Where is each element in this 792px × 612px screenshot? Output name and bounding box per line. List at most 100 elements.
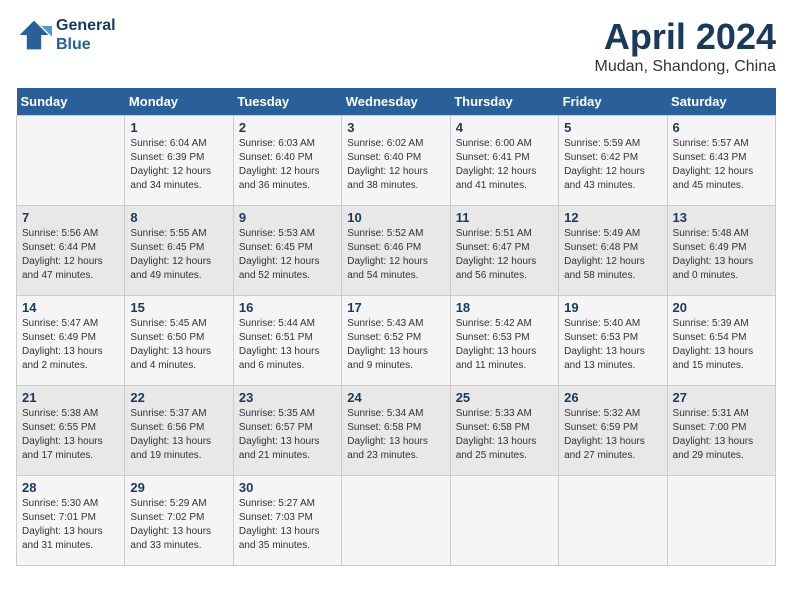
day-number: 15 [130,300,227,315]
month-title: April 2024 [595,16,776,58]
day-header-wednesday: Wednesday [342,88,450,116]
location: Mudan, Shandong, China [595,58,776,76]
day-header-sunday: Sunday [17,88,125,116]
day-cell-24: 24Sunrise: 5:34 AM Sunset: 6:58 PM Dayli… [342,386,450,476]
day-info: Sunrise: 5:47 AM Sunset: 6:49 PM Dayligh… [22,317,119,373]
day-info: Sunrise: 6:02 AM Sunset: 6:40 PM Dayligh… [347,137,444,193]
day-info: Sunrise: 5:32 AM Sunset: 6:59 PM Dayligh… [564,407,661,463]
day-header-tuesday: Tuesday [233,88,341,116]
empty-cell [342,476,450,566]
day-cell-28: 28Sunrise: 5:30 AM Sunset: 7:01 PM Dayli… [17,476,125,566]
empty-cell [17,116,125,206]
day-number: 2 [239,120,336,135]
header-row: SundayMondayTuesdayWednesdayThursdayFrid… [17,88,776,116]
day-cell-20: 20 Sunrise: 5:39 AM Sunset: 6:54 PM Dayli… [667,296,775,386]
day-cell-26: 26 Sunrise: 5:32 AM Sunset: 6:59 PM Dayli… [559,386,667,476]
day-info: Sunrise: 5:35 AM Sunset: 6:57 PM Dayligh… [239,407,336,463]
day-cell-13: 13 Sunrise: 5:48 AM Sunset: 6:49 PM Dayli… [667,206,775,296]
day-cell-4: 4 Sunrise: 6:00 AM Sunset: 6:41 PM Daylig… [450,116,558,206]
logo-text: General Blue [56,16,116,54]
day-info: Sunrise: 6:03 AM Sunset: 6:40 PM Dayligh… [239,137,336,193]
day-number: 17 [347,300,444,315]
day-cell-29: 29 Sunrise: 5:29 AM Sunset: 7:02 PM Dayli… [125,476,233,566]
day-number: 9 [239,210,336,225]
logo: General Blue [16,16,116,54]
day-number: 27 [673,390,770,405]
day-number: 6 [673,120,770,135]
day-info: Sunrise: 5:38 AM Sunset: 6:55 PM Dayligh… [22,407,119,463]
day-cell-12: 12 Sunrise: 5:49 AM Sunset: 6:48 PM Dayli… [559,206,667,296]
day-number: 26 [564,390,661,405]
day-info: Sunrise: 5:37 AM Sunset: 6:56 PM Dayligh… [130,407,227,463]
day-number: 30 [239,480,336,495]
day-cell-14: 14 Sunrise: 5:47 AM Sunset: 6:49 PM Dayli… [17,296,125,386]
day-number: 18 [456,300,553,315]
day-cell-5: 5 Sunrise: 5:59 AM Sunset: 6:42 PM Daylig… [559,116,667,206]
day-header-saturday: Saturday [667,88,775,116]
day-info: Sunrise: 5:27 AM Sunset: 7:03 PM Dayligh… [239,497,336,553]
day-info: Sunrise: 5:53 AM Sunset: 6:45 PM Dayligh… [239,227,336,283]
day-info: Sunrise: 5:48 AM Sunset: 6:49 PM Dayligh… [673,227,770,283]
day-cell-15: 15 Sunrise: 5:45 AM Sunset: 6:50 PM Dayli… [125,296,233,386]
day-info: Sunrise: 5:52 AM Sunset: 6:46 PM Dayligh… [347,227,444,283]
day-info: Sunrise: 6:00 AM Sunset: 6:41 PM Dayligh… [456,137,553,193]
week-row-1: 1 Sunrise: 6:04 AM Sunset: 6:39 PM Daylig… [17,116,776,206]
day-number: 14 [22,300,119,315]
day-cell-27: 27 Sunrise: 5:31 AM Sunset: 7:00 PM Dayli… [667,386,775,476]
day-number: 1 [130,120,227,135]
day-cell-6: 6 Sunrise: 5:57 AM Sunset: 6:43 PM Daylig… [667,116,775,206]
day-cell-16: 16 Sunrise: 5:44 AM Sunset: 6:51 PM Dayli… [233,296,341,386]
day-cell-18: 18 Sunrise: 5:42 AM Sunset: 6:53 PM Dayli… [450,296,558,386]
day-info: Sunrise: 5:51 AM Sunset: 6:47 PM Dayligh… [456,227,553,283]
day-cell-19: 19 Sunrise: 5:40 AM Sunset: 6:53 PM Dayli… [559,296,667,386]
day-number: 4 [456,120,553,135]
day-cell-25: 25Sunrise: 5:33 AM Sunset: 6:58 PM Dayli… [450,386,558,476]
day-info: Sunrise: 5:44 AM Sunset: 6:51 PM Dayligh… [239,317,336,373]
day-info: Sunrise: 5:45 AM Sunset: 6:50 PM Dayligh… [130,317,227,373]
day-number: 16 [239,300,336,315]
week-row-2: 7 Sunrise: 5:56 AM Sunset: 6:44 PM Daylig… [17,206,776,296]
logo-icon [16,17,52,53]
day-header-monday: Monday [125,88,233,116]
day-info: Sunrise: 5:31 AM Sunset: 7:00 PM Dayligh… [673,407,770,463]
title-block: April 2024 Mudan, Shandong, China [595,16,776,76]
day-cell-30: 30 Sunrise: 5:27 AM Sunset: 7:03 PM Dayli… [233,476,341,566]
day-cell-7: 7 Sunrise: 5:56 AM Sunset: 6:44 PM Daylig… [17,206,125,296]
day-number: 29 [130,480,227,495]
week-row-5: 28Sunrise: 5:30 AM Sunset: 7:01 PM Dayli… [17,476,776,566]
day-header-thursday: Thursday [450,88,558,116]
day-number: 13 [673,210,770,225]
day-cell-1: 1 Sunrise: 6:04 AM Sunset: 6:39 PM Daylig… [125,116,233,206]
day-cell-9: 9 Sunrise: 5:53 AM Sunset: 6:45 PM Daylig… [233,206,341,296]
day-cell-23: 23Sunrise: 5:35 AM Sunset: 6:57 PM Dayli… [233,386,341,476]
day-cell-3: 3 Sunrise: 6:02 AM Sunset: 6:40 PM Daylig… [342,116,450,206]
day-number: 28 [22,480,119,495]
day-number: 12 [564,210,661,225]
day-number: 24 [347,390,444,405]
day-number: 10 [347,210,444,225]
day-number: 7 [22,210,119,225]
week-row-4: 21Sunrise: 5:38 AM Sunset: 6:55 PM Dayli… [17,386,776,476]
day-number: 8 [130,210,227,225]
day-info: Sunrise: 5:56 AM Sunset: 6:44 PM Dayligh… [22,227,119,283]
day-info: Sunrise: 5:42 AM Sunset: 6:53 PM Dayligh… [456,317,553,373]
day-number: 25 [456,390,553,405]
day-number: 11 [456,210,553,225]
day-info: Sunrise: 5:40 AM Sunset: 6:53 PM Dayligh… [564,317,661,373]
day-number: 5 [564,120,661,135]
day-info: Sunrise: 5:43 AM Sunset: 6:52 PM Dayligh… [347,317,444,373]
day-info: Sunrise: 5:57 AM Sunset: 6:43 PM Dayligh… [673,137,770,193]
day-info: Sunrise: 5:49 AM Sunset: 6:48 PM Dayligh… [564,227,661,283]
day-info: Sunrise: 5:55 AM Sunset: 6:45 PM Dayligh… [130,227,227,283]
day-info: Sunrise: 5:59 AM Sunset: 6:42 PM Dayligh… [564,137,661,193]
day-info: Sunrise: 6:04 AM Sunset: 6:39 PM Dayligh… [130,137,227,193]
day-cell-8: 8 Sunrise: 5:55 AM Sunset: 6:45 PM Daylig… [125,206,233,296]
day-info: Sunrise: 5:39 AM Sunset: 6:54 PM Dayligh… [673,317,770,373]
empty-cell [450,476,558,566]
day-number: 19 [564,300,661,315]
day-info: Sunrise: 5:29 AM Sunset: 7:02 PM Dayligh… [130,497,227,553]
day-number: 20 [673,300,770,315]
empty-cell [559,476,667,566]
day-cell-2: 2 Sunrise: 6:03 AM Sunset: 6:40 PM Daylig… [233,116,341,206]
day-number: 3 [347,120,444,135]
